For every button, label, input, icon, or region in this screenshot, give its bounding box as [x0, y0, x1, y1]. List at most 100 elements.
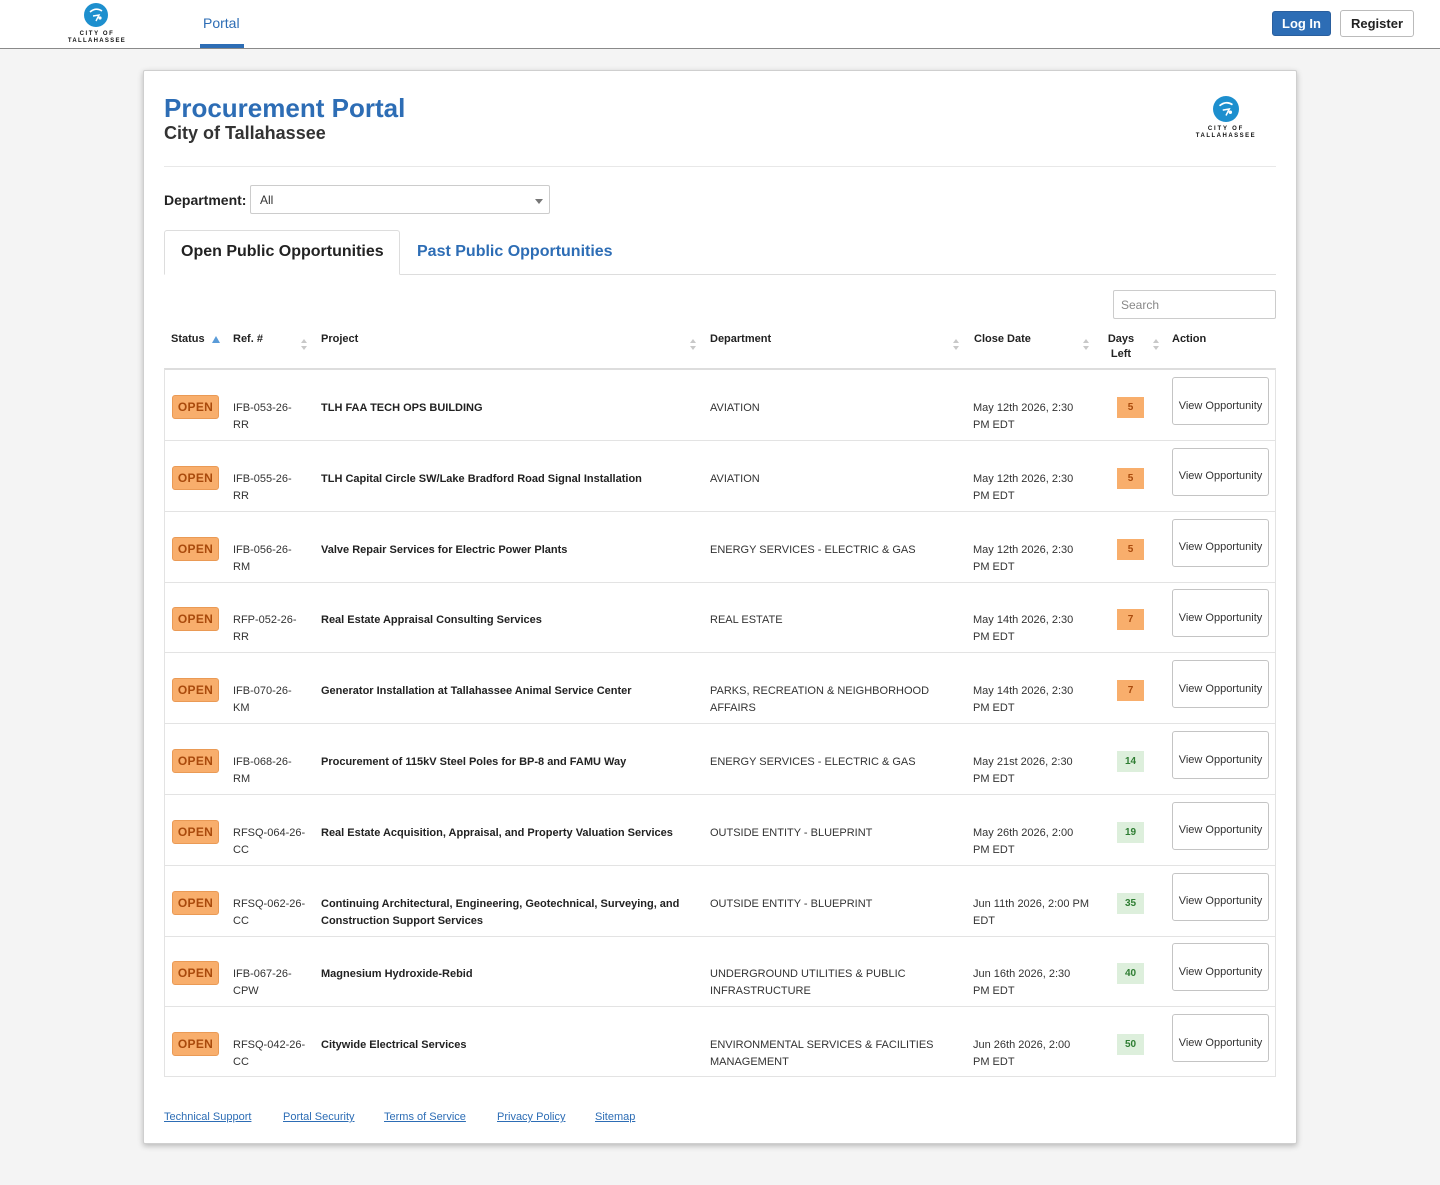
ref-number: IFB-055-26-RR	[233, 472, 292, 502]
department-name: AVIATION	[710, 472, 760, 485]
table-row: OPEN IFB-053-26-RR TLH FAA TECH OPS BUILDI…	[165, 370, 1275, 441]
close-date: May 26th 2026, 2:00 PM EDT	[973, 826, 1074, 856]
logo-text-line1: CITY OF	[79, 31, 115, 37]
project-name: Generator Installation at Tallahassee An…	[321, 685, 632, 698]
status-badge: OPEN	[172, 749, 219, 773]
top-navbar: CITY OF TALLAHASSEE Portal Log In Regist…	[0, 0, 1440, 49]
page-subtitle: City of Tallahassee	[164, 123, 326, 143]
city-logo-large: CITY OF TALLAHASSEE	[1184, 96, 1268, 142]
opportunities-table: OPEN IFB-053-26-RR TLH FAA TECH OPS BUILDI…	[164, 368, 1276, 1077]
sort-project-icon	[690, 339, 697, 351]
project-name: Real Estate Acquisition, Appraisal, and …	[321, 826, 673, 839]
nav-portal-link[interactable]: Portal	[203, 15, 240, 31]
days-left-badge: 19	[1117, 821, 1144, 843]
status-badge: OPEN	[172, 1032, 219, 1057]
view-opportunity-button[interactable]: View Opportunity	[1172, 377, 1269, 425]
sort-days-left-icon	[1153, 339, 1160, 351]
column-header-close-date[interactable]: Close Date	[974, 332, 1031, 347]
city-logo-large-emblem-icon	[1213, 96, 1239, 122]
status-badge: OPEN	[172, 678, 219, 703]
column-header-days-left[interactable]: Days Left	[1103, 332, 1139, 362]
department-name: OUTSIDE ENTITY - BLUEPRINT	[710, 897, 873, 910]
days-left-badge: 50	[1117, 1034, 1144, 1056]
view-opportunity-button[interactable]: View Opportunity	[1172, 872, 1269, 921]
close-date: May 12th 2026, 2:30 PM EDT	[973, 402, 1074, 431]
procurement-card: Procurement Portal City of Tallahassee C…	[143, 70, 1297, 1144]
department-select-value: All	[260, 193, 274, 207]
register-button[interactable]: Register	[1340, 10, 1414, 37]
view-opportunity-button[interactable]: View Opportunity	[1172, 943, 1269, 992]
footer-link-privacy-policy[interactable]: Privacy Policy	[497, 1111, 565, 1123]
view-opportunity-button[interactable]: View Opportunity	[1172, 801, 1269, 850]
view-opportunity-button[interactable]: View Opportunity	[1172, 731, 1269, 779]
department-select[interactable]: All	[250, 185, 550, 214]
table-row: OPEN RFSQ-064-26-CC Real Estate Acquisitio…	[165, 795, 1275, 866]
days-left-badge: 35	[1117, 892, 1144, 914]
login-button[interactable]: Log In	[1272, 11, 1331, 36]
ref-number: IFB-053-26-RR	[233, 402, 292, 431]
view-opportunity-button[interactable]: View Opportunity	[1172, 1014, 1269, 1063]
close-date: May 21st 2026, 2:30 PM EDT	[973, 756, 1073, 785]
column-header-ref[interactable]: Ref. #	[233, 332, 263, 347]
ref-number: IFB-067-26-CPW	[233, 968, 292, 998]
ref-number: IFB-056-26-RM	[233, 543, 292, 573]
department-name: UNDERGROUND UTILITIES & PUBLIC INFRASTRU…	[710, 968, 906, 998]
footer-link-portal-security[interactable]: Portal Security	[283, 1111, 355, 1123]
column-header-action: Action	[1172, 333, 1207, 345]
project-name: Magnesium Hydroxide-Rebid	[321, 968, 473, 981]
column-header-project[interactable]: Project	[321, 332, 358, 347]
footer-link-technical-support[interactable]: Technical Support	[164, 1111, 251, 1123]
tab-past-opportunities[interactable]: Past Public Opportunities	[417, 243, 613, 261]
logo-text-line2: TALLAHASSEE	[67, 38, 127, 44]
table-row: OPEN IFB-068-26-RM Procurement of 115kV St…	[165, 724, 1275, 795]
footer-link-sitemap[interactable]: Sitemap	[595, 1111, 635, 1123]
status-badge: OPEN	[172, 819, 219, 844]
footer-link-terms-of-service[interactable]: Terms of Service	[384, 1111, 466, 1123]
header-divider	[164, 166, 1276, 167]
days-left-badge: 14	[1117, 751, 1144, 772]
days-left-badge: 5	[1117, 538, 1144, 560]
status-badge: OPEN	[172, 607, 219, 632]
status-badge: OPEN	[172, 395, 219, 419]
ref-number: IFB-070-26-KM	[233, 685, 292, 715]
project-name: Continuing Architectural, Engineering, G…	[321, 897, 680, 927]
logo-large-text-line2: TALLAHASSEE	[1195, 133, 1257, 139]
view-opportunity-button[interactable]: View Opportunity	[1172, 660, 1269, 709]
view-opportunity-button[interactable]: View Opportunity	[1172, 589, 1269, 638]
city-logo[interactable]: CITY OF TALLAHASSEE	[58, 3, 136, 45]
column-header-department[interactable]: Department	[710, 332, 771, 347]
department-name: ENVIRONMENTAL SERVICES & FACILITIES MANA…	[710, 1039, 934, 1069]
close-date: May 12th 2026, 2:30 PM EDT	[973, 543, 1074, 573]
sort-ref-icon	[301, 339, 308, 351]
project-name: TLH FAA TECH OPS BUILDING	[321, 402, 483, 414]
days-left-badge: 5	[1117, 397, 1144, 418]
close-date: May 14th 2026, 2:30 PM EDT	[973, 614, 1074, 644]
ref-number: RFSQ-064-26-CC	[233, 826, 306, 856]
days-left-badge: 5	[1117, 467, 1144, 489]
chevron-down-icon	[535, 199, 543, 204]
table-row: OPEN RFP-052-26-RR Real Estate Appraisal C…	[165, 582, 1275, 654]
project-name: Real Estate Appraisal Consulting Service…	[321, 614, 542, 627]
project-name: Procurement of 115kV Steel Poles for BP-…	[321, 756, 627, 768]
table-row: OPEN IFB-055-26-RR TLH Capital Circle SW/L…	[165, 441, 1275, 512]
table-row: OPEN IFB-067-26-CPW Magnesium Hydroxide-Re…	[165, 936, 1275, 1008]
close-date: May 14th 2026, 2:30 PM EDT	[973, 685, 1074, 715]
status-badge: OPEN	[172, 961, 219, 986]
view-opportunity-button[interactable]: View Opportunity	[1172, 518, 1269, 567]
close-date: Jun 26th 2026, 2:00 PM EDT	[973, 1039, 1071, 1069]
logo-large-text-line1: CITY OF	[1207, 126, 1245, 132]
project-name: TLH Capital Circle SW/Lake Bradford Road…	[321, 472, 642, 485]
view-opportunity-button[interactable]: View Opportunity	[1172, 447, 1269, 496]
status-badge: OPEN	[172, 890, 219, 915]
project-name: Valve Repair Services for Electric Power…	[321, 543, 568, 556]
department-name: ENERGY SERVICES - ELECTRIC & GAS	[710, 756, 916, 768]
column-header-status[interactable]: Status	[171, 332, 205, 347]
search-input[interactable]	[1113, 290, 1276, 319]
department-label: Department:	[164, 192, 247, 208]
ref-number: RFP-052-26-RR	[233, 614, 297, 644]
table-row: OPEN RFSQ-042-26-CC Citywide Electrical Se…	[165, 1007, 1275, 1078]
days-left-badge: 40	[1117, 963, 1144, 985]
ref-number: RFSQ-062-26-CC	[233, 897, 306, 927]
table-row: OPEN RFSQ-062-26-CC Continuing Architectur…	[165, 866, 1275, 937]
tab-open-opportunities[interactable]: Open Public Opportunities	[164, 230, 400, 275]
